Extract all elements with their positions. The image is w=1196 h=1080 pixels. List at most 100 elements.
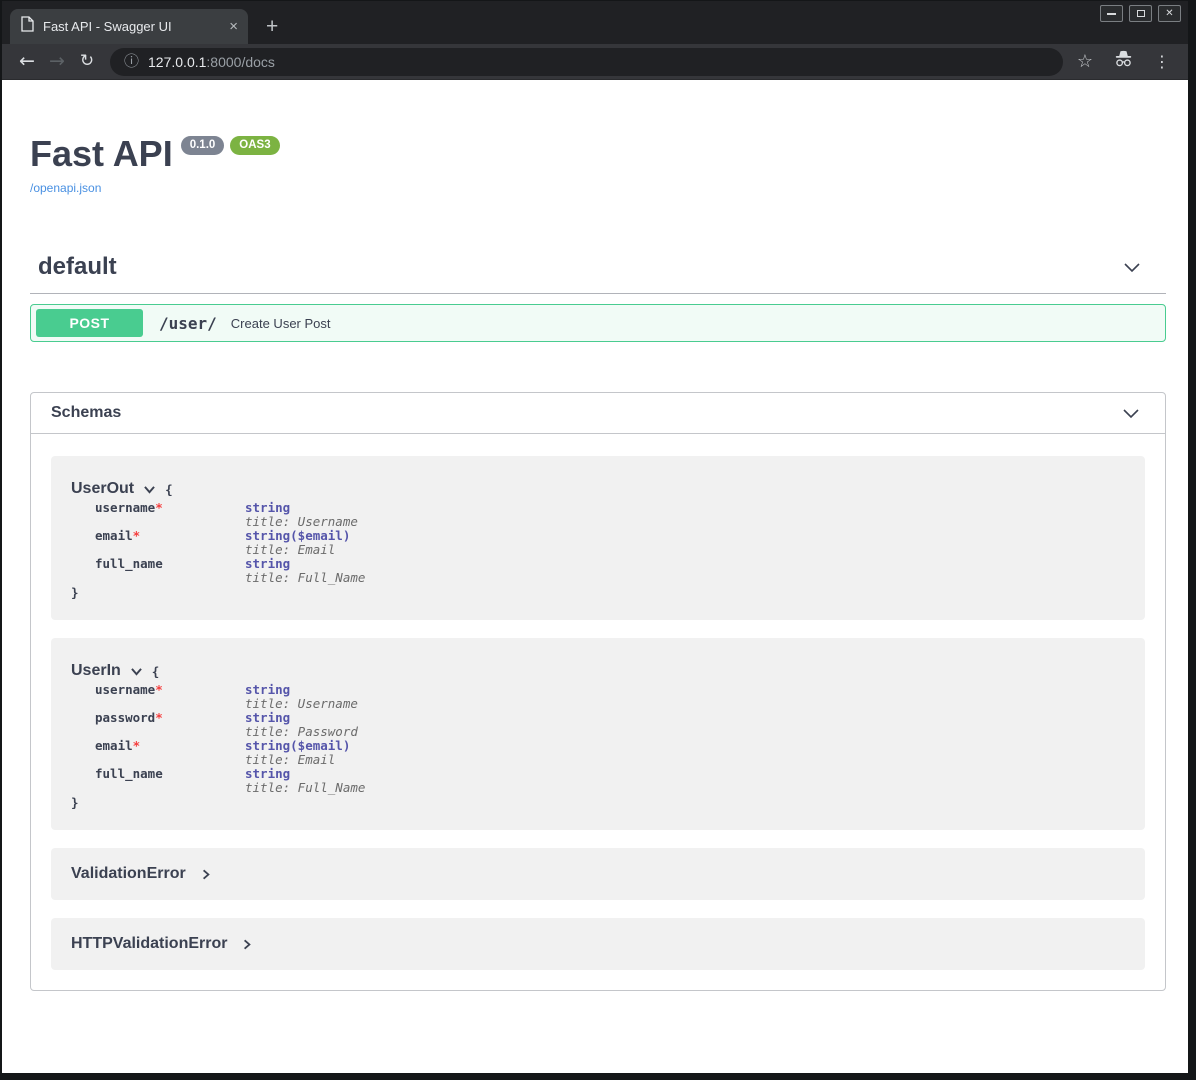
schemas-header[interactable]: Schemas	[31, 393, 1165, 434]
site-info-icon[interactable]: ⓘ	[124, 54, 139, 69]
browser-toolbar: ← → ↻ ⓘ 127.0.0.1:8000/docs ☆	[2, 44, 1188, 80]
model-card: UserOut { username*stringtitle: Username…	[51, 456, 1145, 620]
window-close-button[interactable]: ✕	[1158, 5, 1181, 22]
property-title: title: Email	[245, 543, 365, 557]
http-method-badge: POST	[36, 309, 143, 337]
property-row: full_namestringtitle: Full_Name	[95, 557, 365, 585]
browser-window: Fast API - Swagger UI × + ✕ ← → ↻ ⓘ 127.…	[0, 0, 1196, 1080]
window-minimize-button[interactable]	[1100, 5, 1123, 22]
property-details: string($email)title: Email	[245, 529, 365, 557]
required-marker: *	[155, 710, 163, 725]
new-tab-button[interactable]: +	[266, 16, 278, 37]
required-marker: *	[155, 682, 163, 697]
browser-menu-icon[interactable]: ⋮	[1154, 54, 1170, 70]
model-name: UserOut	[71, 480, 134, 498]
url-text[interactable]: 127.0.0.1:8000/docs	[148, 54, 275, 70]
tab-title: Fast API - Swagger UI	[43, 19, 220, 34]
api-info: Fast API 0.1.0 OAS3 /openapi.json	[30, 134, 1166, 195]
property-title: title: Username	[245, 697, 365, 711]
schemas-title: Schemas	[51, 404, 121, 422]
property-type: string($email)	[245, 529, 365, 543]
model-name: ValidationError	[71, 865, 186, 883]
oas3-badge: OAS3	[230, 136, 279, 155]
close-icon: ✕	[1165, 8, 1173, 19]
model-toggle[interactable]: ValidationError {	[71, 865, 1125, 883]
open-brace: {	[165, 482, 173, 497]
model-card: UserIn { username*stringtitle: Usernamep…	[51, 638, 1145, 830]
swagger-page: Fast API 0.1.0 OAS3 /openapi.json defaul…	[2, 80, 1188, 1073]
chevron-down-icon[interactable]	[143, 483, 156, 496]
incognito-icon	[1113, 50, 1134, 73]
property-title: title: Email	[245, 753, 365, 767]
model-name: HTTPValidationError	[71, 935, 227, 953]
minimize-icon	[1107, 13, 1116, 15]
property-title: title: Password	[245, 725, 365, 739]
close-brace: }	[71, 795, 1125, 810]
property-row: email*string($email)title: Email	[95, 529, 365, 557]
close-brace: }	[71, 585, 1125, 600]
tab-close-icon[interactable]: ×	[229, 19, 238, 34]
chevron-down-icon[interactable]	[1122, 257, 1142, 277]
property-type: string	[245, 683, 365, 697]
opblock-post-user[interactable]: POST /user/ Create User Post	[30, 304, 1166, 342]
model-toggle[interactable]: HTTPValidationError {	[71, 935, 1125, 953]
forward-button[interactable]: →	[42, 52, 72, 71]
address-bar[interactable]: ⓘ 127.0.0.1:8000/docs	[110, 48, 1063, 76]
property-details: stringtitle: Username	[245, 501, 365, 529]
maximize-icon	[1137, 10, 1145, 17]
property-title: title: Full_Name	[245, 571, 365, 585]
property-type: string	[245, 711, 365, 725]
op-summary: Create User Post	[231, 316, 331, 331]
property-type: string	[245, 557, 365, 571]
version-badge: 0.1.0	[181, 136, 225, 155]
property-details: stringtitle: Username	[245, 683, 365, 711]
tab-strip: Fast API - Swagger UI × + ✕	[2, 1, 1188, 44]
chevron-right-icon[interactable]	[241, 938, 253, 951]
back-button[interactable]: ←	[12, 52, 42, 71]
property-name: password*	[95, 711, 245, 739]
property-name: email*	[95, 529, 245, 557]
property-details: string($email)title: Email	[245, 739, 365, 767]
property-type: string($email)	[245, 739, 365, 753]
api-title: Fast API	[30, 134, 173, 174]
tag-name: default	[38, 253, 117, 281]
model-card: HTTPValidationError { }	[51, 918, 1145, 970]
chevron-right-icon[interactable]	[200, 868, 212, 881]
property-row: full_namestringtitle: Full_Name	[95, 767, 365, 795]
open-brace: {	[152, 664, 160, 679]
property-name: email*	[95, 739, 245, 767]
property-row: email*string($email)title: Email	[95, 739, 365, 767]
chevron-down-icon[interactable]	[1121, 403, 1141, 423]
bookmark-star-icon[interactable]: ☆	[1077, 53, 1093, 71]
required-marker: *	[155, 500, 163, 515]
property-type: string	[245, 767, 365, 781]
tag-header[interactable]: default	[30, 253, 1166, 294]
required-marker: *	[133, 528, 141, 543]
property-row: username*stringtitle: Username	[95, 501, 365, 529]
property-name: username*	[95, 501, 245, 529]
schemas-section: Schemas UserOut { username*stringtitle: …	[30, 392, 1166, 991]
property-name: full_name	[95, 767, 245, 795]
model-toggle[interactable]: UserIn {	[71, 662, 1125, 680]
model-card: ValidationError { }	[51, 848, 1145, 900]
tag-section-default: default POST /user/ Create User Post	[30, 253, 1166, 342]
property-name: username*	[95, 683, 245, 711]
property-type: string	[245, 501, 365, 515]
op-path: /user/	[159, 314, 217, 333]
property-name: full_name	[95, 557, 245, 585]
model-toggle[interactable]: UserOut {	[71, 480, 1125, 498]
chevron-down-icon[interactable]	[130, 665, 143, 678]
property-table: username*stringtitle: Usernameemail*stri…	[95, 501, 365, 585]
openapi-spec-link[interactable]: /openapi.json	[30, 181, 1166, 195]
required-marker: *	[133, 738, 141, 753]
reload-button[interactable]: ↻	[72, 53, 102, 70]
browser-tab[interactable]: Fast API - Swagger UI ×	[10, 9, 248, 44]
window-maximize-button[interactable]	[1129, 5, 1152, 22]
property-title: title: Username	[245, 515, 365, 529]
property-table: username*stringtitle: Usernamepassword*s…	[95, 683, 365, 795]
schemas-list: UserOut { username*stringtitle: Username…	[31, 434, 1165, 990]
property-row: username*stringtitle: Username	[95, 683, 365, 711]
property-row: password*stringtitle: Password	[95, 711, 365, 739]
page-favicon-icon	[20, 16, 34, 37]
url-path: :8000/docs	[206, 54, 275, 70]
